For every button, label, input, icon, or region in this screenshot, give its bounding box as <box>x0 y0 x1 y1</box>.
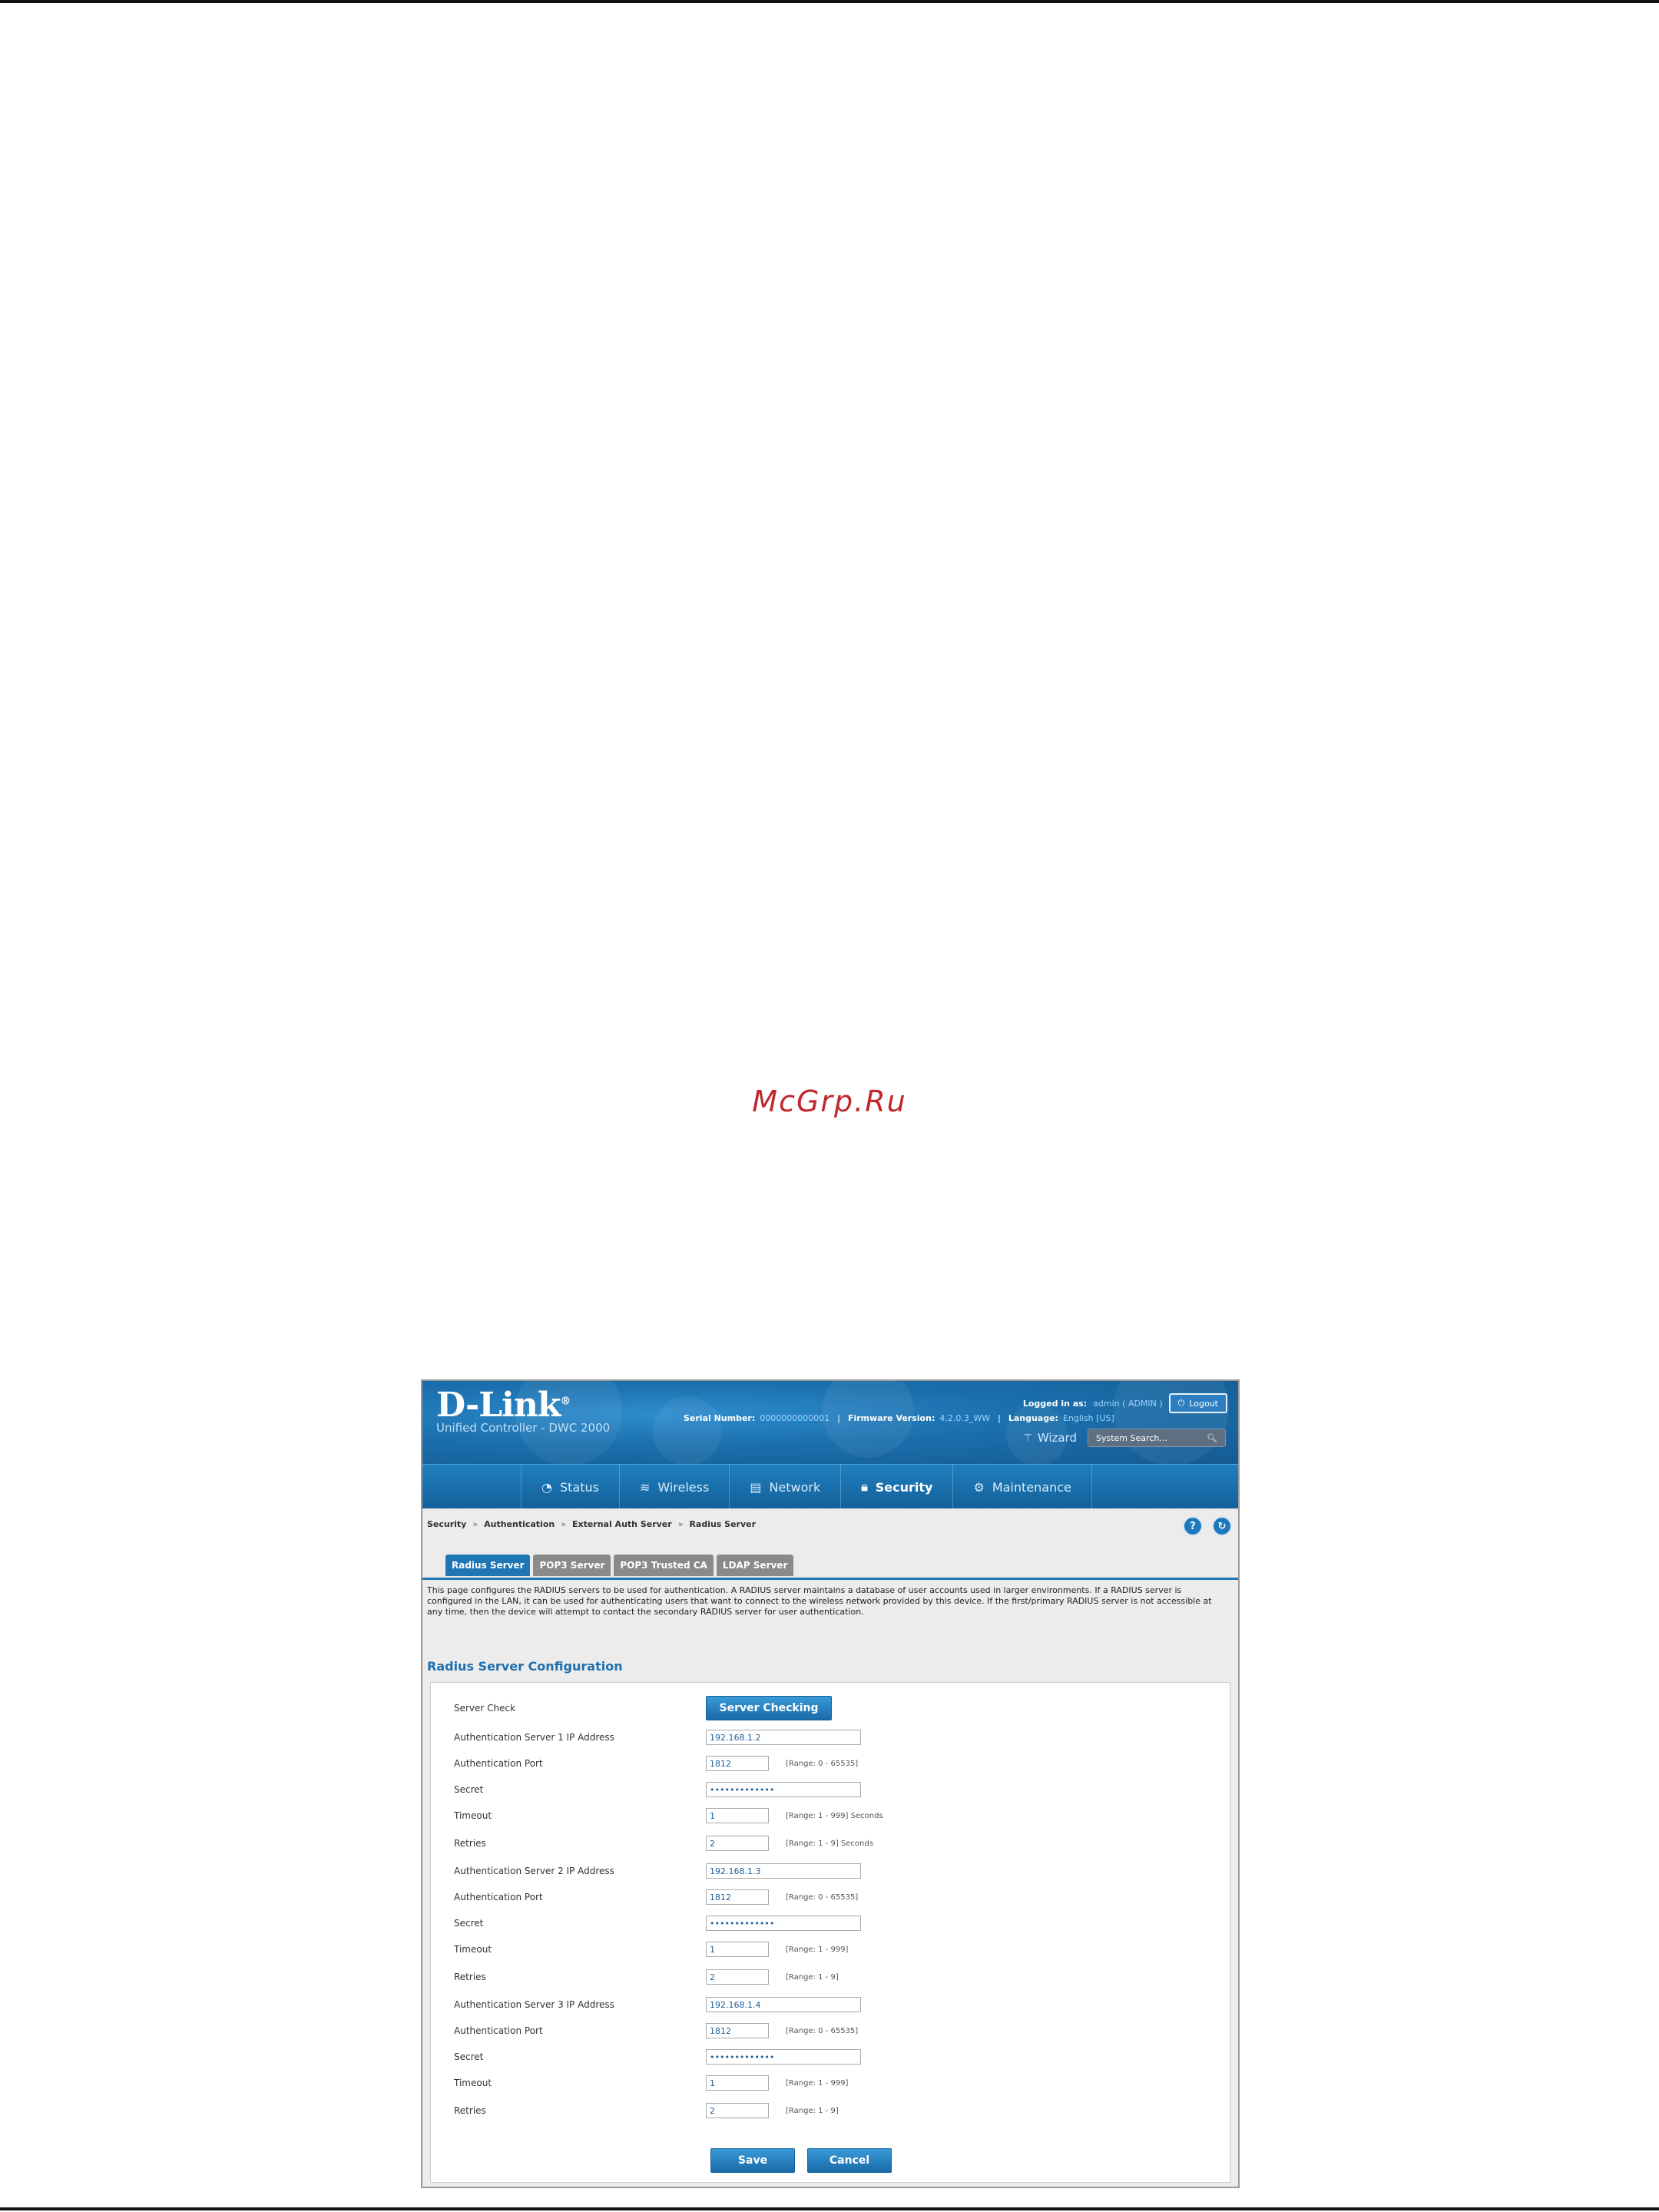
server3-retries-hint: [Range: 1 - 9] <box>786 2106 839 2115</box>
login-info: Logged in as: admin ( ADMIN ) ⏻ Logout <box>1023 1393 1227 1413</box>
config-panel: Server Check Server Checking Authenticat… <box>430 1682 1230 2183</box>
server2-timeout-hint: [Range: 1 - 999] <box>786 1945 849 1954</box>
server1-ip-label: Authentication Server 1 IP Address <box>454 1732 614 1743</box>
crumb-external-auth[interactable]: External Auth Server <box>572 1519 672 1529</box>
device-info: Serial Number: 0000000000001 | Firmware … <box>684 1413 1114 1423</box>
server3-retries-label: Retries <box>454 2105 486 2116</box>
wizard-link[interactable]: ⚚ Wizard <box>1022 1431 1077 1445</box>
server2-port-hint: [Range: 0 - 65535] <box>786 1892 859 1902</box>
search-icon: 🔍︎ <box>1207 1432 1217 1443</box>
server1-port-hint: [Range: 0 - 65535] <box>786 1759 859 1768</box>
gears-icon: ⚙ <box>973 1479 985 1495</box>
language-label: Language: <box>1008 1413 1058 1423</box>
crumb-radius-server: Radius Server <box>689 1519 757 1529</box>
top-rule <box>0 0 1659 3</box>
server1-secret-input[interactable]: ••••••••••••• <box>706 1782 861 1797</box>
main-nav: ◔ Status ≋ Wireless ▤ Network 🔒︎ Securit… <box>422 1464 1238 1509</box>
server2-secret-input[interactable]: ••••••••••••• <box>706 1916 861 1931</box>
section-title: Radius Server Configuration <box>427 1659 623 1674</box>
server1-port-input[interactable]: 1812 <box>706 1756 769 1771</box>
header: D-Link® Unified Controller - DWC 2000 Lo… <box>422 1381 1238 1465</box>
cancel-button[interactable]: Cancel <box>807 2148 892 2173</box>
server2-secret-label: Secret <box>454 1918 484 1929</box>
content-area: Security » Authentication » External Aut… <box>422 1508 1238 2187</box>
server1-retries-hint: [Range: 1 - 9] Seconds <box>786 1839 873 1848</box>
server1-timeout-label: Timeout <box>454 1810 492 1821</box>
power-icon: ⏻ <box>1177 1398 1185 1408</box>
crumb-authentication[interactable]: Authentication <box>484 1519 555 1529</box>
serial-label: Serial Number: <box>684 1413 756 1423</box>
server1-retries-input[interactable]: 2 <box>706 1836 769 1851</box>
tab-ldap-server[interactable]: LDAP Server <box>716 1555 794 1576</box>
serial-value: 0000000000001 <box>760 1413 830 1423</box>
tab-radius-server[interactable]: Radius Server <box>445 1555 531 1576</box>
server3-port-input[interactable]: 1812 <box>706 2023 769 2038</box>
firmware-label: Firmware Version: <box>847 1413 935 1423</box>
logged-in-user: admin ( ADMIN ) <box>1093 1398 1163 1409</box>
dlink-logo: D-Link® <box>436 1386 571 1425</box>
bottom-rule <box>0 2207 1659 2210</box>
tab-bar: Radius Server POP3 Server POP3 Trusted C… <box>445 1555 794 1576</box>
server2-port-input[interactable]: 1812 <box>706 1889 769 1905</box>
server1-retries-label: Retries <box>454 1838 486 1849</box>
breadcrumb: Security » Authentication » External Aut… <box>427 1519 757 1529</box>
server3-timeout-input[interactable]: 1 <box>706 2075 769 2091</box>
server-checking-button[interactable]: Server Checking <box>706 1696 832 1720</box>
server3-retries-input[interactable]: 2 <box>706 2103 769 2118</box>
server2-ip-input[interactable]: 192.168.1.3 <box>706 1863 861 1879</box>
tab-pop3-server[interactable]: POP3 Server <box>533 1555 611 1576</box>
tab-pop3-trusted-ca[interactable]: POP3 Trusted CA <box>614 1555 714 1576</box>
server3-secret-label: Secret <box>454 2051 484 2062</box>
server3-port-label: Authentication Port <box>454 2025 543 2036</box>
wifi-icon: ≋ <box>639 1479 651 1495</box>
server3-ip-label: Authentication Server 3 IP Address <box>454 1999 614 2010</box>
nav-network[interactable]: ▤ Network <box>729 1465 840 1509</box>
system-search-input[interactable]: System Search... 🔍︎ <box>1088 1429 1226 1447</box>
logged-in-label: Logged in as: <box>1022 1398 1088 1409</box>
server2-timeout-label: Timeout <box>454 1944 492 1955</box>
watermark-text: McGrp.Ru <box>752 1084 907 1118</box>
tab-underline <box>422 1578 1238 1580</box>
refresh-icon[interactable]: ↻ <box>1212 1516 1232 1536</box>
wand-icon: ⚚ <box>1022 1431 1033 1445</box>
lock-icon: 🔒︎ <box>861 1479 868 1494</box>
server1-port-label: Authentication Port <box>454 1758 543 1769</box>
server2-retries-hint: [Range: 1 - 9] <box>786 1972 839 1982</box>
server3-secret-input[interactable]: ••••••••••••• <box>706 2049 861 2065</box>
firmware-value: 4.2.0.3_WW <box>939 1413 991 1423</box>
server2-retries-label: Retries <box>454 1972 486 1982</box>
nav-wireless[interactable]: ≋ Wireless <box>618 1465 729 1509</box>
help-icon[interactable]: ? <box>1183 1516 1203 1536</box>
ui-screenshot: D-Link® Unified Controller - DWC 2000 Lo… <box>421 1379 1240 2188</box>
server1-ip-input[interactable]: 192.168.1.2 <box>706 1730 861 1745</box>
server2-retries-input[interactable]: 2 <box>706 1969 769 1985</box>
nav-status[interactable]: ◔ Status <box>521 1465 619 1509</box>
page-description: This page configures the RADIUS servers … <box>427 1585 1212 1617</box>
language-select[interactable]: English [US] <box>1063 1413 1114 1423</box>
server2-timeout-input[interactable]: 1 <box>706 1942 769 1957</box>
server3-timeout-hint: [Range: 1 - 999] <box>786 2078 849 2088</box>
product-subtitle: Unified Controller - DWC 2000 <box>436 1421 611 1435</box>
server1-timeout-input[interactable]: 1 <box>706 1808 769 1823</box>
logout-button[interactable]: ⏻ Logout <box>1168 1393 1227 1413</box>
nav-security[interactable]: 🔒︎ Security <box>840 1465 952 1509</box>
server1-secret-label: Secret <box>454 1784 484 1795</box>
server-check-label: Server Check <box>454 1703 516 1714</box>
server3-ip-input[interactable]: 192.168.1.4 <box>706 1997 861 2012</box>
network-icon: ▤ <box>750 1479 762 1495</box>
server1-timeout-hint: [Range: 1 - 999] Seconds <box>786 1811 883 1820</box>
server2-port-label: Authentication Port <box>454 1892 543 1902</box>
crumb-security[interactable]: Security <box>427 1519 466 1529</box>
server2-ip-label: Authentication Server 2 IP Address <box>454 1866 614 1876</box>
save-button[interactable]: Save <box>710 2148 795 2173</box>
server3-timeout-label: Timeout <box>454 2078 492 2088</box>
gauge-icon: ◔ <box>541 1479 552 1495</box>
nav-maintenance[interactable]: ⚙ Maintenance <box>952 1465 1092 1509</box>
server3-port-hint: [Range: 0 - 65535] <box>786 2026 859 2035</box>
